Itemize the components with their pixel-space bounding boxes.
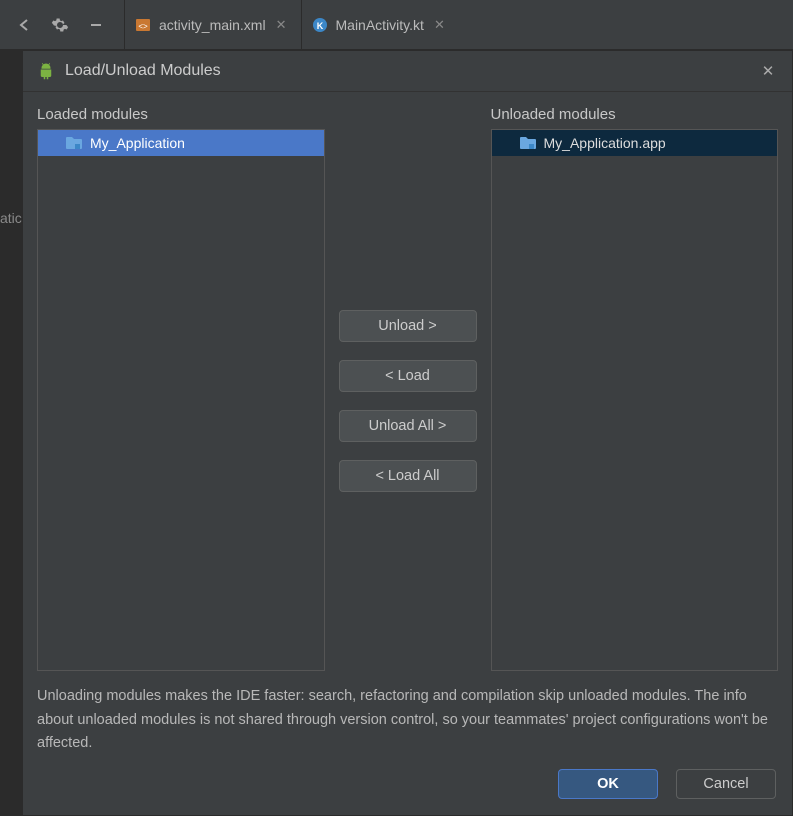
close-icon[interactable]: ✕ <box>276 17 287 33</box>
dialog-info-text: Unloading modules makes the IDE faster: … <box>37 685 778 755</box>
xml-file-icon: <> <box>135 17 151 33</box>
list-item-label: My_Application <box>90 135 185 151</box>
list-item-label: My_Application.app <box>544 135 666 151</box>
cancel-button[interactable]: Cancel <box>676 769 776 799</box>
close-icon[interactable]: ✕ <box>758 62 778 80</box>
android-icon <box>37 62 55 80</box>
sidebar-fragment: atic <box>0 210 22 226</box>
minimize-icon[interactable] <box>84 13 108 37</box>
tab-main-activity[interactable]: K MainActivity.kt ✕ <box>301 0 459 49</box>
kotlin-file-icon: K <box>312 17 328 33</box>
loaded-column: Loaded modules My_Application <box>37 106 325 671</box>
unloaded-modules-label: Unloaded modules <box>491 106 779 123</box>
tab-label: activity_main.xml <box>159 17 266 33</box>
tab-activity-main[interactable]: <> activity_main.xml ✕ <box>124 0 301 49</box>
load-unload-modules-dialog: Load/Unload Modules ✕ Loaded modules My_… <box>22 50 793 816</box>
dialog-footer: OK Cancel <box>37 769 778 799</box>
unload-all-button[interactable]: Unload All > <box>339 410 477 442</box>
module-folder-icon <box>66 136 82 150</box>
module-folder-icon <box>520 136 536 150</box>
unloaded-modules-list[interactable]: My_Application.app <box>491 129 779 671</box>
tab-label: MainActivity.kt <box>336 17 424 33</box>
dialog-title: Load/Unload Modules <box>65 62 221 80</box>
gear-icon[interactable] <box>48 13 72 37</box>
unloaded-column: Unloaded modules My_Application.app <box>491 106 779 671</box>
list-item[interactable]: My_Application.app <box>492 130 778 156</box>
load-all-button[interactable]: < Load All <box>339 460 477 492</box>
dialog-body: Loaded modules My_Application Unload > <… <box>23 92 792 815</box>
close-icon[interactable]: ✕ <box>434 17 445 33</box>
svg-text:K: K <box>316 21 323 31</box>
back-icon[interactable] <box>12 13 36 37</box>
list-item[interactable]: My_Application <box>38 130 324 156</box>
top-toolbar: <> activity_main.xml ✕ K MainActivity.kt… <box>0 0 793 50</box>
dialog-titlebar: Load/Unload Modules ✕ <box>23 51 792 92</box>
unload-button[interactable]: Unload > <box>339 310 477 342</box>
loaded-modules-list[interactable]: My_Application <box>37 129 325 671</box>
loaded-modules-label: Loaded modules <box>37 106 325 123</box>
editor-tabs: <> activity_main.xml ✕ K MainActivity.kt… <box>124 0 459 49</box>
transfer-buttons: Unload > < Load Unload All > < Load All <box>339 106 477 671</box>
ok-button[interactable]: OK <box>558 769 658 799</box>
load-button[interactable]: < Load <box>339 360 477 392</box>
svg-text:<>: <> <box>138 22 148 31</box>
